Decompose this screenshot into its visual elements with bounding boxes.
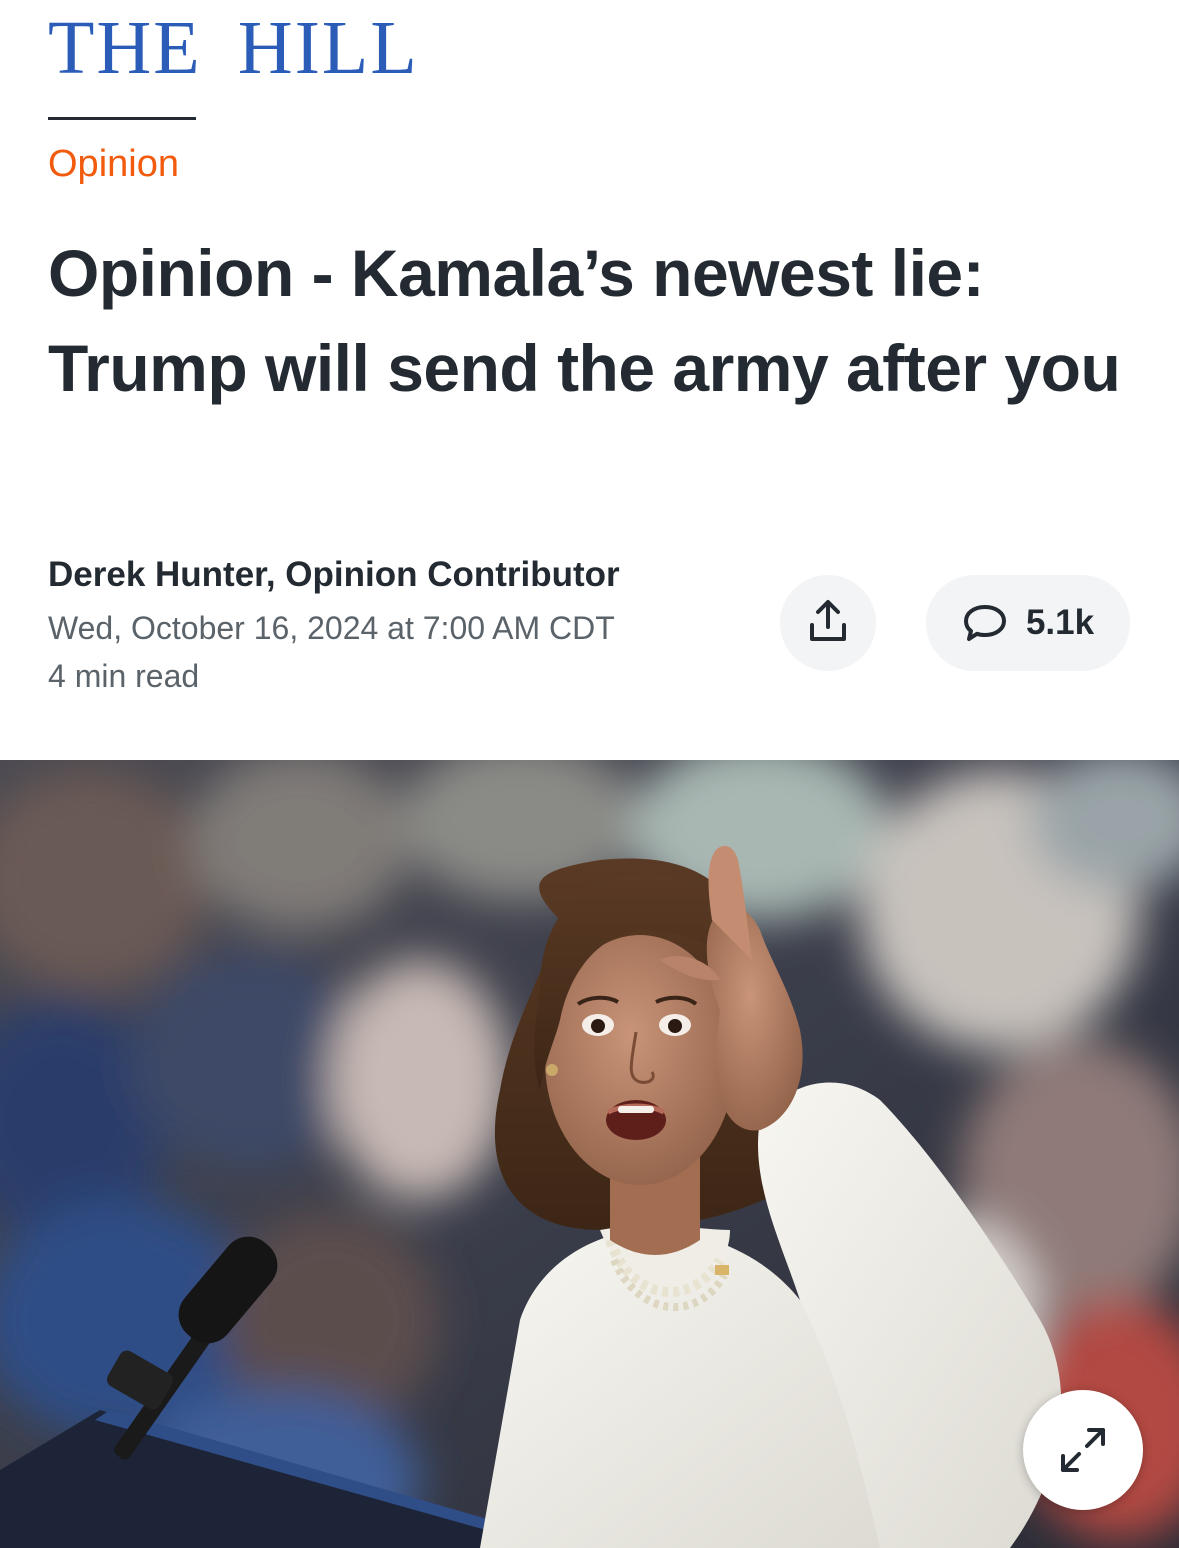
article-page: THE HILL Opinion Opinion - Kamala’s newes… [0, 0, 1179, 1548]
logo-word-the: THE [48, 6, 202, 90]
publish-date: Wed, October 16, 2024 at 7:00 AM CDT [48, 610, 615, 646]
hero-image[interactable] [0, 760, 1179, 1548]
comment-icon [962, 603, 1008, 643]
section-divider [48, 117, 196, 120]
expand-image-button[interactable] [1023, 1390, 1143, 1510]
logo-word-hill: HILL [237, 6, 419, 90]
expand-icon [1055, 1422, 1111, 1478]
share-button[interactable] [780, 575, 876, 671]
read-time: 4 min read [48, 658, 200, 694]
comments-count: 5.1k [1025, 603, 1095, 642]
section-label[interactable]: Opinion [48, 142, 179, 186]
comments-button[interactable]: 5.1k [926, 575, 1130, 671]
article-headline: Opinion - Kamala’s newest lie: Trump wil… [48, 236, 1121, 405]
site-logo[interactable]: THE HILL [48, 10, 419, 86]
author-byline[interactable]: Derek Hunter, Opinion Contributor [48, 554, 620, 596]
share-icon [806, 597, 850, 650]
